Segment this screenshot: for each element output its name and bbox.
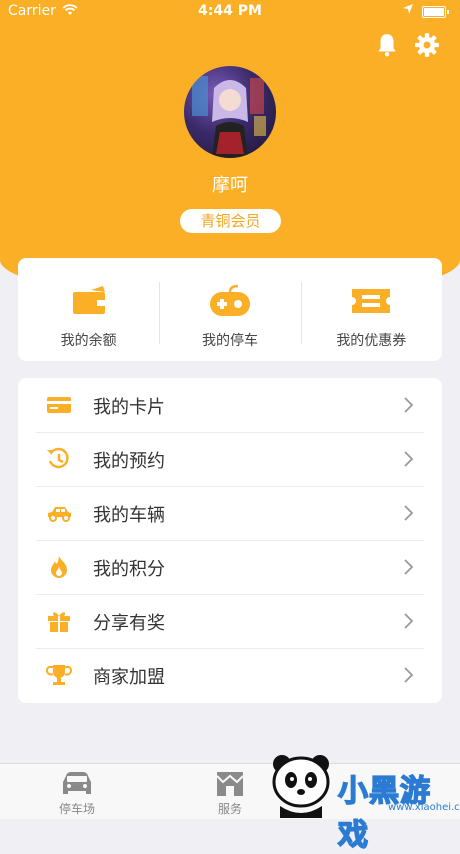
stat-label: 我的余额	[60, 333, 117, 349]
menu-item-label: 我的车辆	[93, 505, 165, 526]
chevron-right-icon	[404, 667, 414, 683]
status-bar: Carrier 4:44 PM	[0, 0, 460, 24]
stat-label: 我的优惠券	[336, 333, 407, 349]
tab-parking-lot[interactable]: 停车场	[37, 764, 117, 817]
avatar-illustration	[192, 76, 266, 158]
member-level-badge[interactable]: 青铜会员	[180, 209, 281, 233]
menu-item-label: 我的积分	[93, 559, 165, 580]
bell-icon[interactable]	[374, 32, 400, 58]
chevron-right-icon	[404, 613, 414, 629]
card-icon	[47, 397, 71, 413]
menu-item-share-rewards[interactable]: 分享有奖	[18, 594, 442, 648]
username: 摩呵	[212, 175, 248, 196]
battery-icon	[422, 6, 449, 18]
parking-icon	[209, 284, 250, 316]
flame-icon	[51, 556, 67, 578]
menu-item-label: 我的卡片	[93, 397, 165, 418]
trophy-icon	[46, 665, 72, 685]
chevron-right-icon	[404, 559, 414, 575]
coupon-icon	[352, 289, 391, 313]
watermark-url: www.xiaohei.com	[388, 802, 460, 813]
stats-card: 我的余额 我的停车 我的优惠券	[18, 258, 442, 361]
menu-item-label: 我的预约	[93, 451, 165, 472]
gear-icon[interactable]	[414, 32, 440, 58]
stat-coupons[interactable]: 我的优惠券	[300, 258, 442, 361]
menu-item-label: 商家加盟	[93, 667, 165, 688]
wallet-icon	[72, 286, 105, 314]
tab-label: 服务	[217, 802, 242, 816]
history-icon	[47, 447, 69, 469]
menu-item-label: 分享有奖	[93, 613, 165, 634]
stat-parking[interactable]: 我的停车	[159, 258, 300, 361]
header-actions	[374, 32, 440, 58]
stat-label: 我的停车	[201, 333, 258, 349]
panda-mascot-icon	[272, 755, 330, 818]
tab-services[interactable]: 服务	[190, 764, 270, 817]
car-icon	[48, 507, 71, 522]
chevron-right-icon	[404, 397, 414, 413]
menu-item-vehicles[interactable]: 我的车辆	[18, 486, 442, 540]
gift-icon	[48, 612, 70, 632]
avatar[interactable]	[184, 66, 276, 158]
menu-list: 我的卡片 我的预约 我的车辆 我的积分 分享有奖 商家加盟	[18, 378, 442, 703]
menu-item-reservations[interactable]: 我的预约	[18, 432, 442, 486]
shop-icon	[216, 772, 244, 796]
clock: 4:44 PM	[198, 3, 262, 19]
stat-balance[interactable]: 我的余额	[18, 258, 159, 361]
menu-item-cards[interactable]: 我的卡片	[18, 378, 442, 432]
chevron-right-icon	[404, 451, 414, 467]
car-front-icon	[63, 772, 91, 794]
location-arrow-icon	[403, 4, 413, 14]
menu-item-points[interactable]: 我的积分	[18, 540, 442, 594]
watermark-logo: 小黑游戏 www.xiaohei.com	[268, 748, 460, 854]
menu-item-merchant-join[interactable]: 商家加盟	[18, 648, 442, 702]
chevron-right-icon	[404, 505, 414, 521]
tab-label: 停车场	[58, 802, 95, 816]
